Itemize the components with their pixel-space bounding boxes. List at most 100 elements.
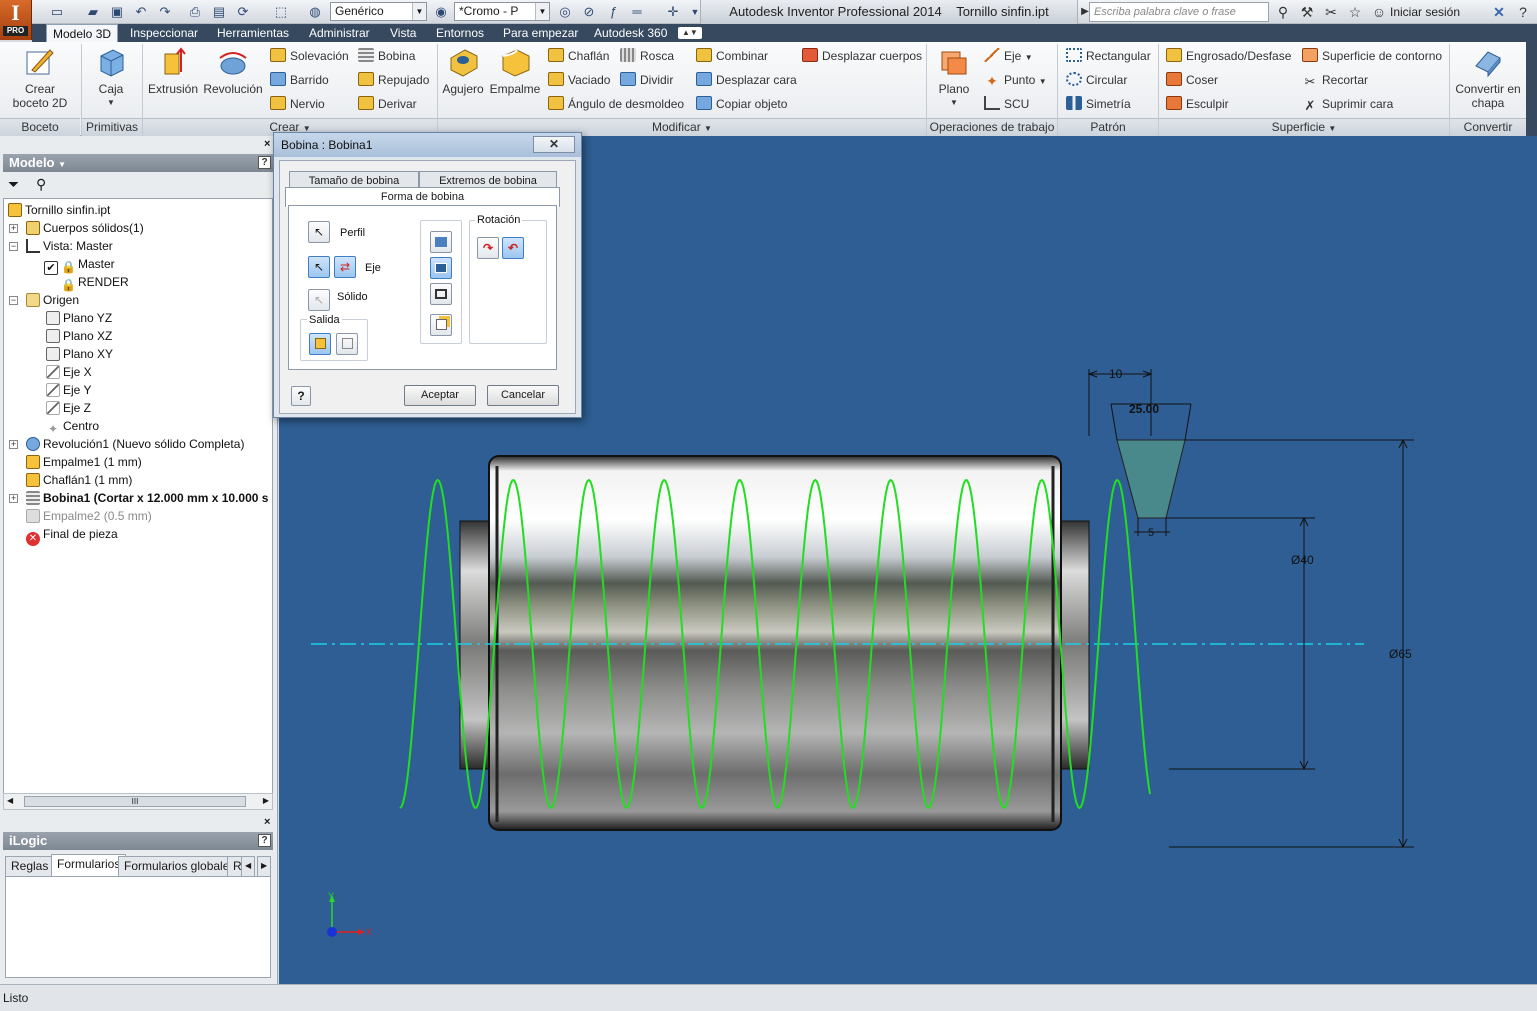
- rib-button[interactable]: Nervio: [270, 94, 325, 114]
- tree-node-revolve1[interactable]: Revolución1 (Nuevo sólido Completa): [26, 435, 244, 453]
- collapse-icon[interactable]: −: [9, 242, 18, 251]
- favorite-star-icon[interactable]: ☆: [1346, 3, 1364, 21]
- dim-text-bottom-width[interactable]: 5: [1148, 527, 1154, 539]
- print-icon[interactable]: ⎙: [186, 3, 204, 21]
- tree-node-center[interactable]: ✦ Centro: [46, 417, 99, 436]
- extrude-button[interactable]: Extrusión: [146, 46, 200, 96]
- clear-appearance-icon[interactable]: ◎: [556, 3, 574, 21]
- tree-node-solid-bodies[interactable]: Cuerpos sólidos(1): [26, 219, 144, 237]
- worm-cylinder-body[interactable]: [488, 455, 1062, 831]
- point-button[interactable]: ✦ Punto ▼: [984, 70, 1047, 90]
- select-icon[interactable]: ⬚: [272, 3, 290, 21]
- tab-modelo-3d[interactable]: Modelo 3D: [46, 24, 119, 43]
- tab-administrar[interactable]: Administrar: [303, 24, 376, 42]
- cancel-button[interactable]: Cancelar: [487, 385, 559, 406]
- new-solid-button[interactable]: [430, 314, 452, 336]
- hole-button[interactable]: Agujero: [440, 46, 486, 96]
- model-browser-header[interactable]: Modelo ▼ ?: [3, 154, 273, 172]
- sweep-button[interactable]: Barrido: [270, 70, 329, 90]
- accept-button[interactable]: Aceptar: [404, 385, 476, 406]
- new-file-icon[interactable]: ▭: [48, 3, 66, 21]
- tab-formularios[interactable]: Formularios: [51, 854, 127, 876]
- dialog-title-bar[interactable]: Bobina : Bobina1 ✕: [274, 133, 581, 157]
- combine-button[interactable]: Combinar: [696, 46, 768, 66]
- tree-node-axis-z[interactable]: Eje Z: [46, 399, 91, 417]
- tree-node-axis-x[interactable]: Eje X: [46, 363, 92, 381]
- draft-button[interactable]: Ángulo de desmoldeo: [548, 94, 684, 114]
- open-folder-icon[interactable]: ▰: [84, 3, 102, 21]
- tree-node-master[interactable]: ✔ 🔒 Master: [44, 255, 115, 275]
- function-icon[interactable]: ƒ: [604, 3, 622, 21]
- application-menu-button[interactable]: I PRO: [0, 0, 32, 40]
- axis-select-button[interactable]: ↖: [308, 256, 330, 278]
- tree-node-render[interactable]: 🔒 RENDER: [44, 273, 129, 292]
- scroll-left-icon[interactable]: ◀: [7, 796, 13, 805]
- dim-text-d40[interactable]: Ø40: [1291, 553, 1314, 567]
- close-icon[interactable]: ×: [264, 138, 270, 150]
- mirror-button[interactable]: Simetría: [1066, 94, 1131, 114]
- tree-node-plane-xy[interactable]: Plano XY: [46, 345, 113, 363]
- close-icon[interactable]: ×: [264, 816, 270, 828]
- exchange-apps-icon[interactable]: ✕: [1490, 3, 1508, 21]
- chamfer-button[interactable]: Chaflán: [548, 46, 609, 66]
- delete-face-button[interactable]: ✗ Suprimir cara: [1302, 94, 1394, 114]
- tools-icon[interactable]: ⚒: [1298, 3, 1316, 21]
- tab-entornos[interactable]: Entornos: [430, 24, 490, 42]
- expand-icon[interactable]: +: [9, 440, 18, 449]
- thread-button[interactable]: Rosca: [620, 46, 674, 66]
- solid-select-button[interactable]: ↖: [308, 289, 330, 311]
- expand-icon[interactable]: +: [9, 494, 18, 503]
- loft-button[interactable]: Solevación: [270, 46, 349, 66]
- axis-button[interactable]: Eje ▼: [984, 46, 1033, 66]
- add-icon[interactable]: ✛: [664, 3, 682, 21]
- thicken-button[interactable]: Engrosado/Desfase: [1166, 46, 1291, 66]
- tab-scroll-left-icon[interactable]: ◀: [241, 856, 256, 876]
- redo-icon[interactable]: ↷: [156, 3, 174, 21]
- move-face-button[interactable]: Desplazar cara: [696, 70, 797, 90]
- sign-in-link[interactable]: Iniciar sesión: [1390, 0, 1460, 24]
- circular-pattern-button[interactable]: Circular: [1066, 70, 1127, 90]
- tree-node-axis-y[interactable]: Eje Y: [46, 381, 91, 399]
- tree-node-part[interactable]: Tornillo sinfin.ipt: [8, 201, 110, 219]
- undo-icon[interactable]: ↶: [132, 3, 150, 21]
- save-icon[interactable]: ▣: [108, 3, 126, 21]
- fillet-button[interactable]: Empalme: [488, 46, 542, 96]
- coil-profile-sketch[interactable]: [1116, 439, 1186, 519]
- binoculars-icon[interactable]: ⚲: [1274, 3, 1292, 21]
- panel-superficie[interactable]: Superficie ▼: [1159, 118, 1449, 136]
- create-sketch-button[interactable]: Crear boceto 2D: [10, 46, 70, 110]
- update-icon[interactable]: ▤: [210, 3, 228, 21]
- tab-coil-shape[interactable]: Forma de bobina: [285, 187, 560, 207]
- ribbon-options-icon[interactable]: ▲▼: [678, 27, 702, 39]
- trim-button[interactable]: ✂ Recortar: [1302, 70, 1368, 90]
- stitch-button[interactable]: Coser: [1166, 70, 1218, 90]
- tab-inspeccionar[interactable]: Inspeccionar: [124, 24, 204, 42]
- cut-button[interactable]: [430, 257, 452, 279]
- tab-reglas[interactable]: Reglas: [5, 856, 55, 876]
- close-icon[interactable]: ✕: [533, 136, 575, 153]
- tree-node-coil1[interactable]: Bobina1 (Cortar x 12.000 mm x 10.000 s: [26, 489, 268, 507]
- tab-scroll-right-icon[interactable]: ▶: [257, 856, 272, 876]
- dim-text-d65[interactable]: Ø65: [1389, 647, 1412, 661]
- tab-para-empezar[interactable]: Para empezar: [497, 24, 584, 42]
- intersect-button[interactable]: [430, 283, 452, 305]
- plane-button[interactable]: Plano ▼: [932, 46, 976, 110]
- material-select[interactable]: Genérico ▼: [330, 2, 427, 21]
- derive-button[interactable]: Derivar: [358, 94, 417, 114]
- sculpt-button[interactable]: Esculpir: [1166, 94, 1229, 114]
- tree-node-view[interactable]: Vista: Master: [26, 237, 113, 255]
- measure-icon[interactable]: ═: [628, 3, 646, 21]
- emboss-button[interactable]: Repujado: [358, 70, 429, 90]
- help-icon[interactable]: ?: [258, 156, 271, 169]
- rotation-counterclockwise-button[interactable]: ↶: [502, 237, 524, 259]
- scroll-thumb[interactable]: III: [24, 796, 246, 807]
- help-search-input[interactable]: Escriba palabra clave o frase: [1089, 2, 1269, 22]
- output-solid-button[interactable]: [309, 333, 331, 355]
- dim-text-pitch[interactable]: 10: [1109, 367, 1123, 381]
- ilogic-header[interactable]: iLogic ?: [3, 832, 273, 850]
- rotation-clockwise-button[interactable]: ↷: [477, 237, 499, 259]
- join-button[interactable]: [430, 231, 452, 253]
- revolve-button[interactable]: Revolución: [202, 46, 264, 96]
- tab-herramientas[interactable]: Herramientas: [211, 24, 295, 42]
- expand-icon[interactable]: +: [9, 224, 18, 233]
